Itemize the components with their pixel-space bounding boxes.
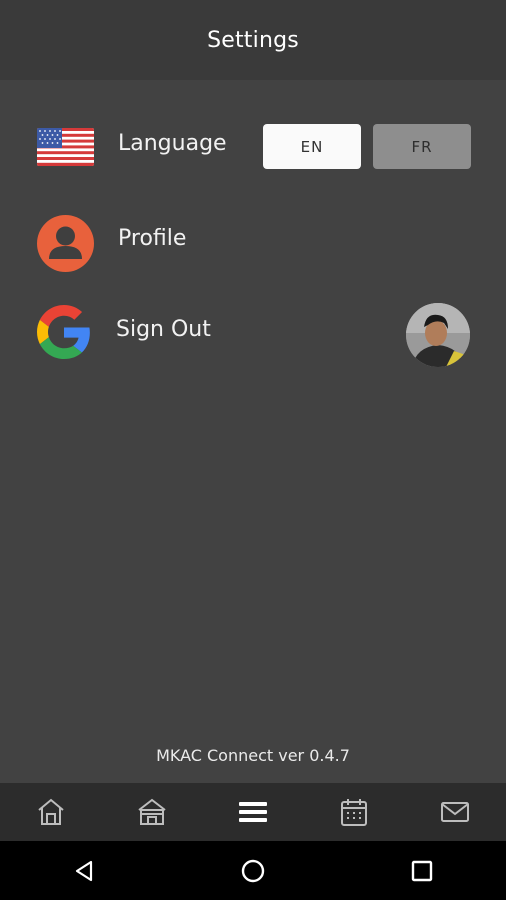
tab-shop[interactable] bbox=[101, 783, 202, 841]
calendar-icon bbox=[341, 799, 368, 826]
google-icon bbox=[37, 305, 91, 363]
language-fr-button[interactable]: FR bbox=[373, 124, 471, 169]
language-row: Language EN FR bbox=[0, 115, 506, 179]
profile-label: Profile bbox=[118, 226, 187, 251]
language-en-button[interactable]: EN bbox=[263, 124, 361, 169]
menu-icon bbox=[239, 802, 267, 822]
home-button[interactable] bbox=[223, 846, 283, 896]
avatar[interactable] bbox=[406, 303, 470, 367]
back-icon bbox=[76, 860, 93, 881]
mail-icon bbox=[441, 802, 470, 822]
profile-row[interactable]: Profile bbox=[0, 210, 506, 274]
tab-home[interactable] bbox=[0, 783, 101, 841]
back-button[interactable] bbox=[54, 846, 114, 896]
bottom-tab-bar bbox=[0, 783, 506, 841]
system-navigation-bar bbox=[0, 841, 506, 900]
signout-label: Sign Out bbox=[116, 317, 211, 342]
recents-button[interactable] bbox=[392, 846, 452, 896]
shop-icon bbox=[138, 798, 166, 825]
circle-home-icon bbox=[241, 859, 265, 882]
tab-menu[interactable] bbox=[202, 783, 303, 841]
home-icon bbox=[37, 798, 64, 825]
language-label: Language bbox=[118, 131, 227, 156]
version-text: MKAC Connect ver 0.4.7 bbox=[156, 746, 350, 765]
page-title: Settings bbox=[207, 27, 299, 53]
app-header: Settings bbox=[0, 0, 506, 80]
us-flag-icon bbox=[37, 128, 94, 166]
square-recents-icon bbox=[411, 860, 432, 881]
tab-calendar[interactable] bbox=[304, 783, 405, 841]
profile-icon bbox=[37, 215, 94, 276]
tab-mail[interactable] bbox=[405, 783, 506, 841]
